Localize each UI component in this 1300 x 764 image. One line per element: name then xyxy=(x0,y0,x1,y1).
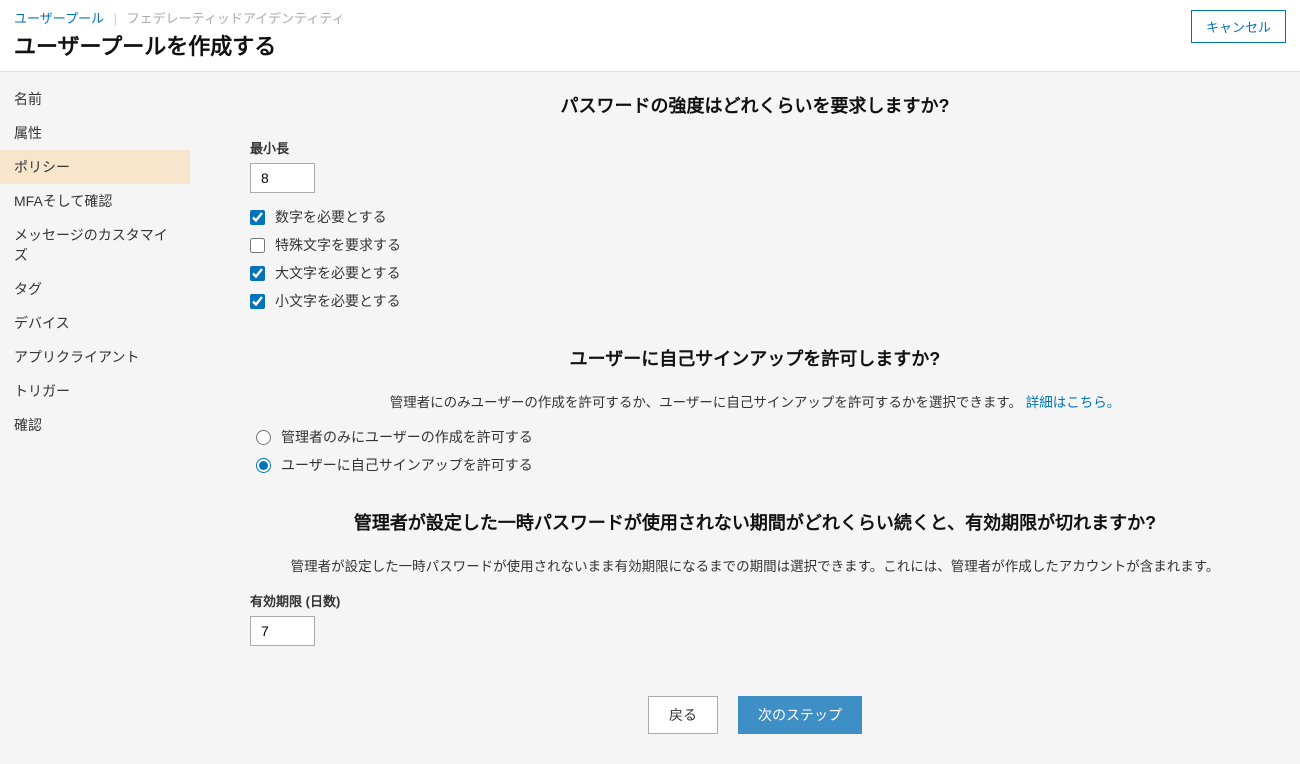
breadcrumb-separator: | xyxy=(114,11,117,26)
expire-days-input[interactable] xyxy=(250,616,315,646)
signup-section-desc: 管理者にのみユーザーの作成を許可するか、ユーザーに自己サインアップを許可するかを… xyxy=(250,391,1260,411)
expire-section-title: 管理者が設定した一時パスワードが使用されない期間がどれくらい続くと、有効期限が切… xyxy=(250,509,1260,535)
cancel-button[interactable]: キャンセル xyxy=(1191,10,1286,43)
password-checkbox-label-2: 大文字を必要とする xyxy=(275,263,401,283)
sidebar-item-3[interactable]: MFAそして確認 xyxy=(0,184,190,218)
sidebar-item-6[interactable]: デバイス xyxy=(0,306,190,340)
password-checkbox-row-3[interactable]: 小文字を必要とする xyxy=(250,291,1260,311)
signup-learn-more-link[interactable]: 詳細はこちら。 xyxy=(1026,395,1121,410)
next-step-button[interactable]: 次のステップ xyxy=(738,696,862,734)
expire-section-desc: 管理者が設定した一時パスワードが使用されないまま有効期限になるまでの期間は選択で… xyxy=(250,555,1260,575)
password-strength-section: パスワードの強度はどれくらいを要求しますか? 最小長 数字を必要とする特殊文字を… xyxy=(250,92,1260,311)
password-checkbox-label-0: 数字を必要とする xyxy=(275,207,387,227)
password-section-title: パスワードの強度はどれくらいを要求しますか? xyxy=(250,92,1260,118)
signup-radio-0[interactable] xyxy=(256,430,271,445)
password-checkbox-row-1[interactable]: 特殊文字を要求する xyxy=(250,235,1260,255)
password-checkbox-label-3: 小文字を必要とする xyxy=(275,291,401,311)
password-checkbox-row-2[interactable]: 大文字を必要とする xyxy=(250,263,1260,283)
sidebar-item-0[interactable]: 名前 xyxy=(0,82,190,116)
breadcrumb: ユーザープール | フェデレーティッドアイデンティティ xyxy=(14,8,345,27)
min-length-input[interactable] xyxy=(250,163,315,193)
signup-radio-row-1[interactable]: ユーザーに自己サインアップを許可する xyxy=(256,455,1260,475)
expire-section: 管理者が設定した一時パスワードが使用されない期間がどれくらい続くと、有効期限が切… xyxy=(250,509,1260,646)
signup-radio-label-0: 管理者のみにユーザーの作成を許可する xyxy=(281,427,533,447)
sidebar: 名前属性ポリシーMFAそして確認メッセージのカスタマイズタグデバイスアプリクライ… xyxy=(0,72,190,764)
password-checkbox-1[interactable] xyxy=(250,238,265,253)
sidebar-item-2[interactable]: ポリシー xyxy=(0,150,190,184)
sidebar-item-8[interactable]: トリガー xyxy=(0,374,190,408)
page-title: ユーザープールを作成する xyxy=(14,29,345,61)
password-checkbox-label-1: 特殊文字を要求する xyxy=(275,235,401,255)
sidebar-item-1[interactable]: 属性 xyxy=(0,116,190,150)
signup-radio-label-1: ユーザーに自己サインアップを許可する xyxy=(281,455,533,475)
breadcrumb-current: フェデレーティッドアイデンティティ xyxy=(127,11,345,26)
password-checkbox-row-0[interactable]: 数字を必要とする xyxy=(250,207,1260,227)
password-checkbox-0[interactable] xyxy=(250,210,265,225)
expire-days-label: 有効期限 (日数) xyxy=(250,591,1260,610)
min-length-label: 最小長 xyxy=(250,138,1260,157)
sidebar-item-5[interactable]: タグ xyxy=(0,272,190,306)
password-checkbox-3[interactable] xyxy=(250,294,265,309)
breadcrumb-link[interactable]: ユーザープール xyxy=(14,11,104,26)
sidebar-item-4[interactable]: メッセージのカスタマイズ xyxy=(0,218,190,272)
sidebar-item-7[interactable]: アプリクライアント xyxy=(0,340,190,374)
signup-section-title: ユーザーに自己サインアップを許可しますか? xyxy=(250,345,1260,371)
self-signup-section: ユーザーに自己サインアップを許可しますか? 管理者にのみユーザーの作成を許可する… xyxy=(250,345,1260,475)
signup-desc-text: 管理者にのみユーザーの作成を許可するか、ユーザーに自己サインアップを許可するかを… xyxy=(390,395,1022,410)
password-checkbox-2[interactable] xyxy=(250,266,265,281)
sidebar-item-9[interactable]: 確認 xyxy=(0,408,190,442)
back-button[interactable]: 戻る xyxy=(648,696,718,734)
footer-buttons: 戻る 次のステップ xyxy=(250,696,1260,734)
signup-radio-1[interactable] xyxy=(256,458,271,473)
signup-radio-row-0[interactable]: 管理者のみにユーザーの作成を許可する xyxy=(256,427,1260,447)
